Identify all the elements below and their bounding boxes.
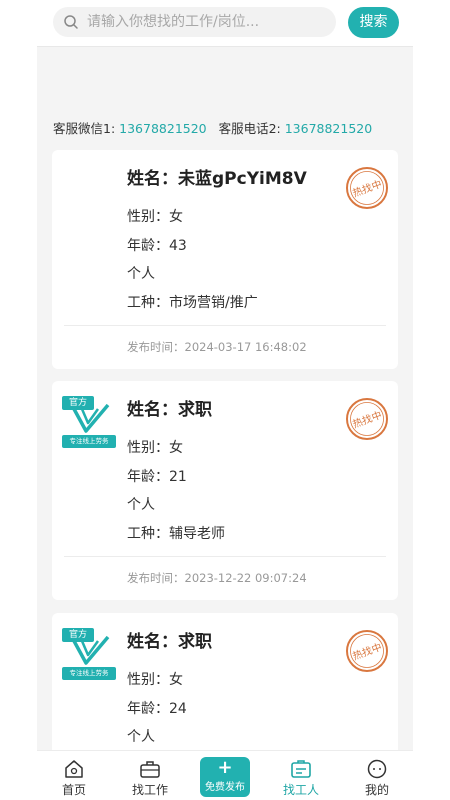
tab-find-worker-label: 找工人 [282, 783, 319, 797]
worker-type: 个人 [127, 266, 155, 282]
tab-home[interactable]: 首页 [44, 751, 104, 800]
worker-type: 个人 [127, 497, 155, 513]
worker-job: 工种：市场营销/推广 [127, 295, 258, 311]
worker-gender: 性别：女 [127, 672, 183, 688]
tab-home-label: 首页 [61, 783, 86, 797]
logo-check-icon [72, 403, 110, 433]
home-icon [65, 760, 83, 778]
tab-find-job-label: 找工作 [131, 783, 168, 797]
tab-mine-label: 我的 [364, 783, 389, 797]
free-publish-button[interactable]: + 免费发布 [200, 757, 250, 797]
bottom-tab-bar: 首页 找工作 + 免费发布 找工人 我的 [37, 750, 413, 800]
worker-job: 工种：辅导老师 [127, 526, 225, 542]
profile-icon [367, 759, 387, 779]
worker-name: 姓名：求职 [127, 400, 212, 420]
stamp-text: 热找中 [351, 408, 384, 430]
phone-number[interactable]: 13678821520 [285, 121, 372, 136]
search-box[interactable] [53, 7, 336, 37]
worker-card[interactable]: 姓名：未蓝gPcYiM8V 性别：女 年龄：43 个人 工种：市场营销/推广 热… [52, 150, 398, 369]
logo-slogan: 专注线上劳务 [62, 667, 116, 680]
official-logo: 官方 专注线上劳务 [62, 395, 118, 451]
official-logo: 官方 专注线上劳务 [62, 627, 118, 683]
publish-time: 发布时间：2023-12-22 09:07:24 [127, 571, 307, 585]
publish-time: 发布时间：2024-03-17 16:48:02 [127, 340, 307, 354]
stamp-text: 热找中 [351, 177, 384, 199]
tab-find-worker[interactable]: 找工人 [271, 751, 331, 800]
phone-label: 客服电话2: [218, 121, 281, 136]
plus-icon: + [217, 757, 233, 778]
worker-gender: 性别：女 [127, 440, 183, 456]
divider [64, 325, 386, 326]
stamp-text: 热找中 [351, 640, 384, 662]
customer-service-contact: 客服微信1: 13678821520 客服电话2: 13678821520 [53, 118, 372, 137]
tab-mine[interactable]: 我的 [347, 751, 407, 800]
worker-name: 姓名：求职 [127, 632, 212, 652]
search-button[interactable]: 搜索 [348, 7, 399, 38]
worker-type: 个人 [127, 729, 155, 745]
tab-find-job[interactable]: 找工作 [120, 751, 180, 800]
hot-stamp-icon: 热找中 [346, 630, 388, 672]
top-search-bar: 搜索 [37, 0, 413, 47]
worker-age: 年龄：24 [127, 701, 187, 717]
app-screen: 搜索 客服微信1: 13678821520 客服电话2: 13678821520… [37, 0, 413, 800]
worker-gender: 性别：女 [127, 209, 183, 225]
briefcase-icon [140, 761, 160, 778]
logo-slogan: 专注线上劳务 [62, 435, 116, 448]
wechat-label: 客服微信1: [53, 121, 116, 136]
search-input[interactable] [87, 7, 327, 37]
hot-stamp-icon: 热找中 [346, 398, 388, 440]
free-publish-label: 免费发布 [205, 782, 245, 793]
search-icon [64, 15, 78, 29]
divider [64, 556, 386, 557]
id-card-icon [291, 760, 311, 778]
logo-check-icon [72, 635, 110, 665]
hot-stamp-icon: 热找中 [346, 167, 388, 209]
worker-name: 姓名：未蓝gPcYiM8V [127, 169, 307, 189]
wechat-number[interactable]: 13678821520 [119, 121, 206, 136]
worker-age: 年龄：21 [127, 469, 187, 485]
worker-age: 年龄：43 [127, 238, 187, 254]
worker-card[interactable]: 官方 专注线上劳务 姓名：求职 性别：女 年龄：21 个人 工种：辅导老师 热找… [52, 381, 398, 600]
